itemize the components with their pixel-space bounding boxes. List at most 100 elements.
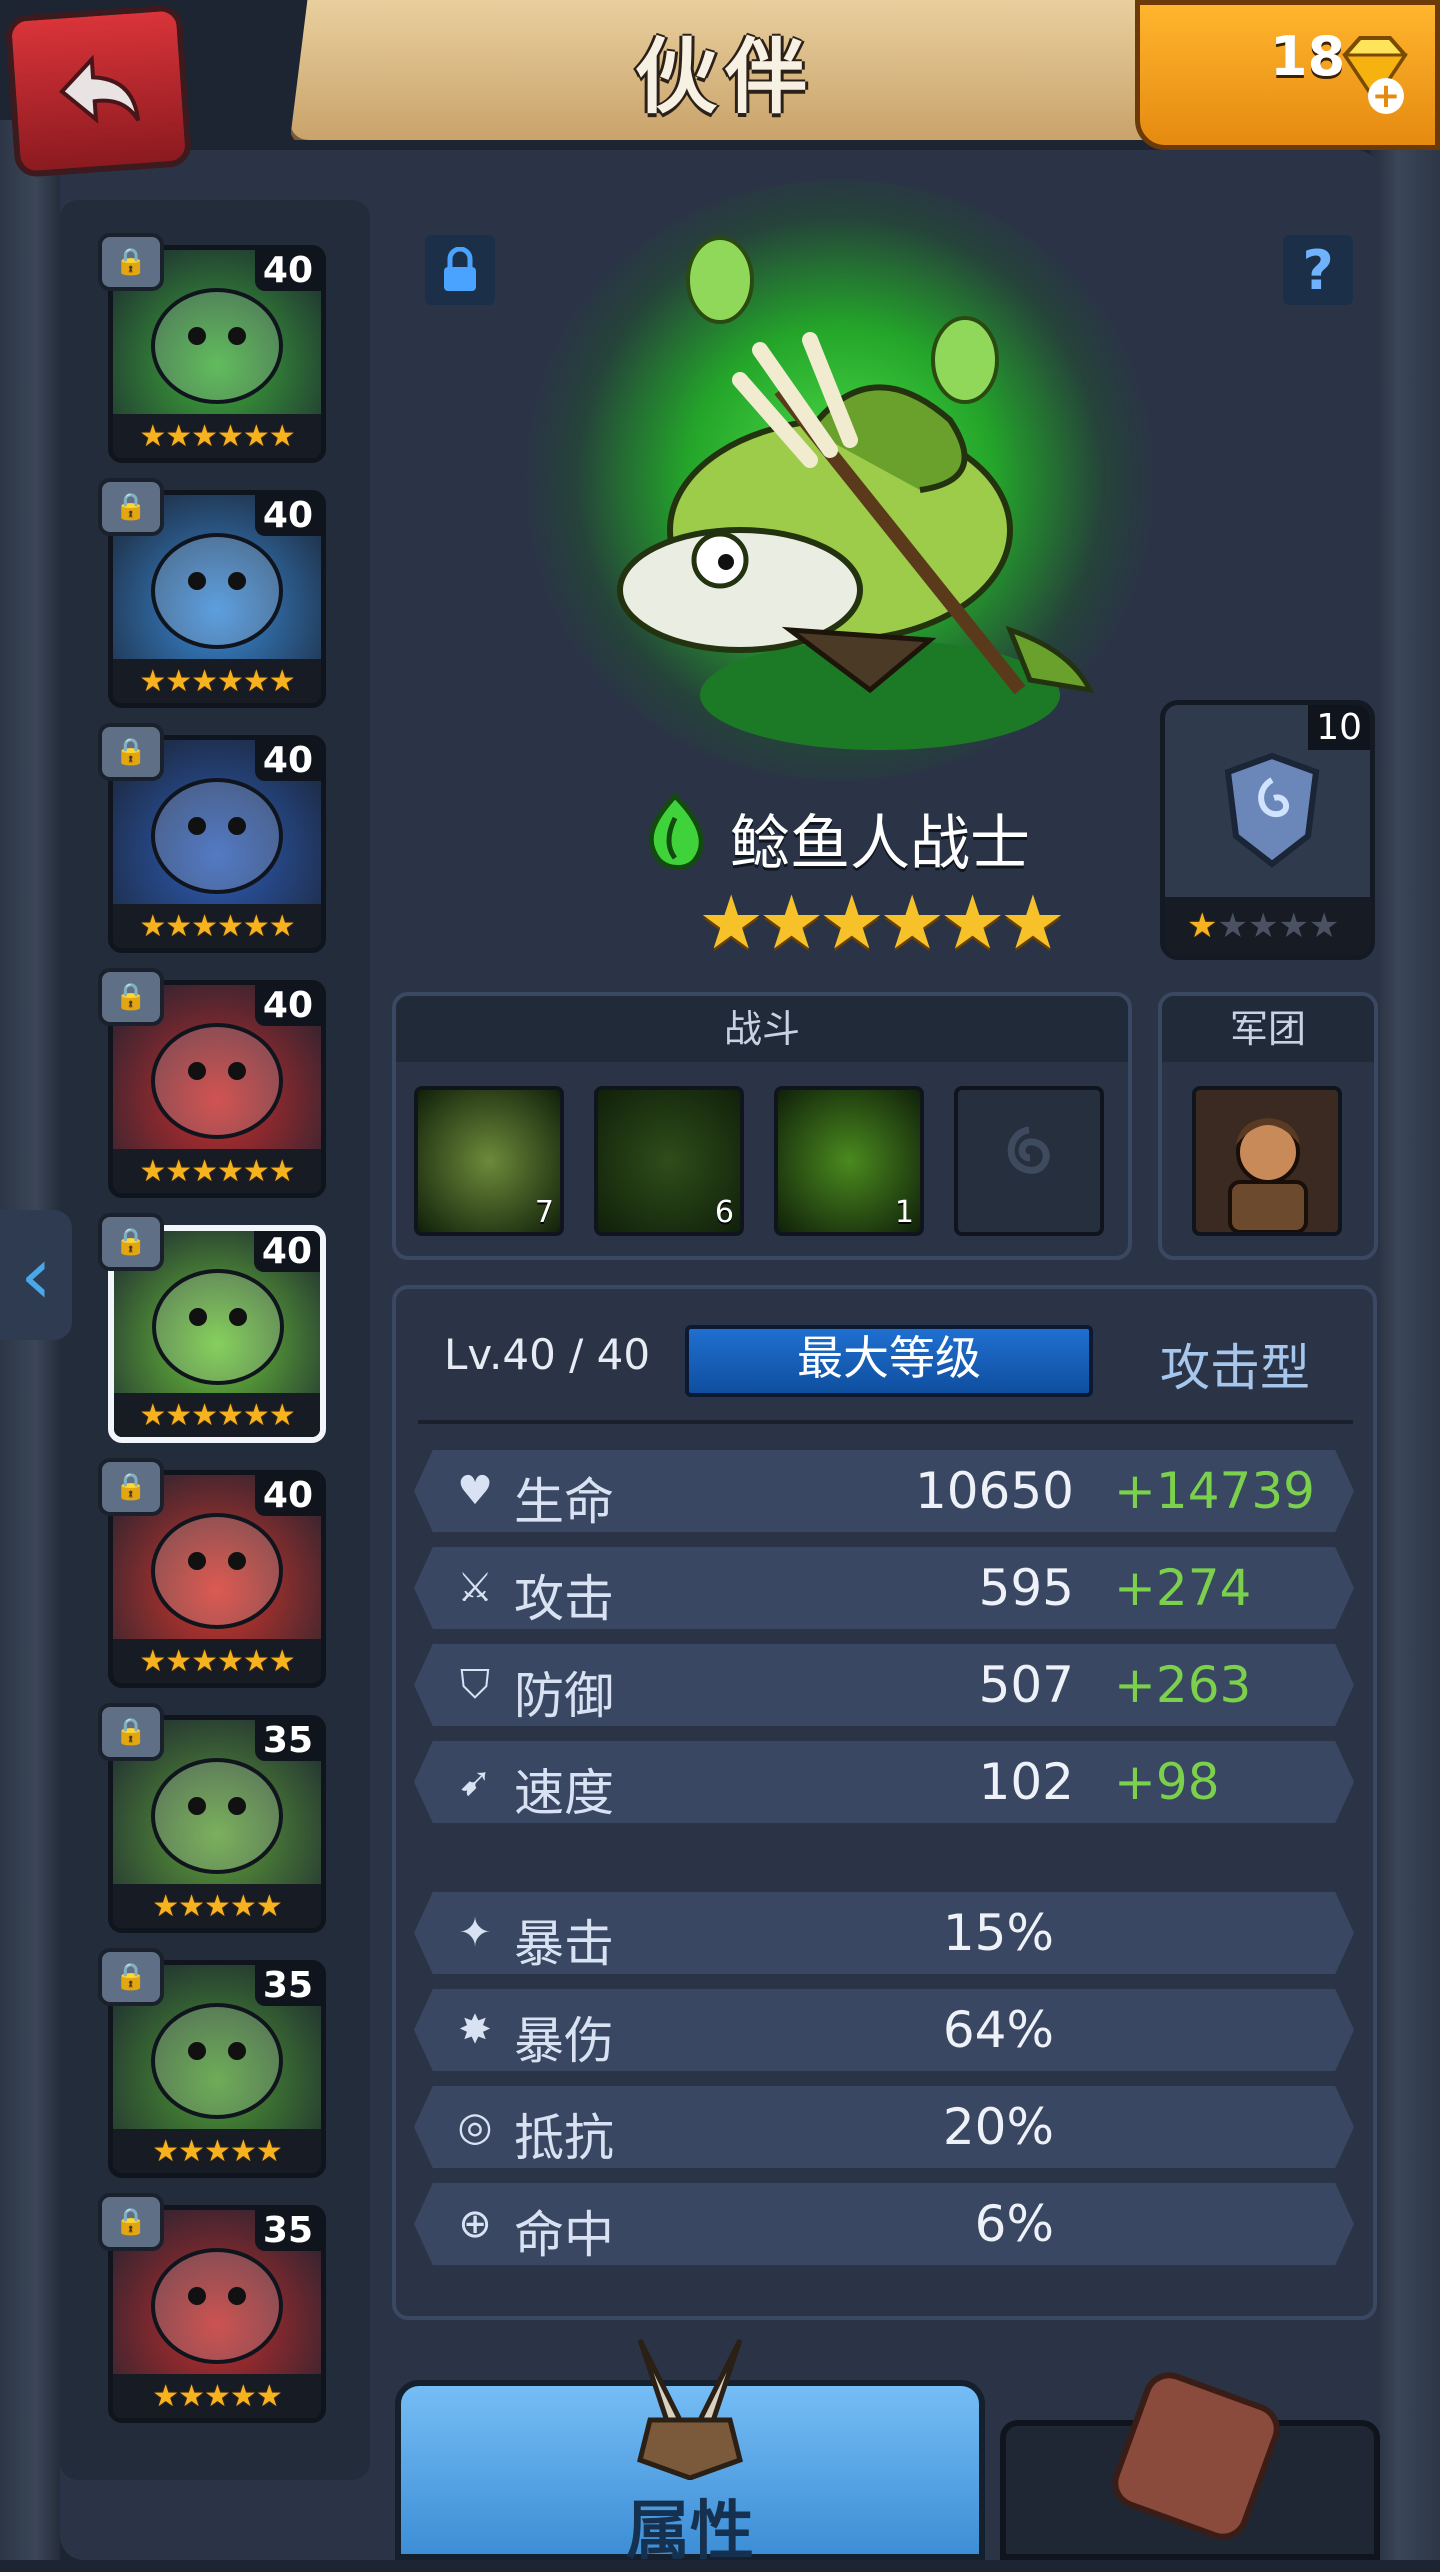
hero-card-stars: ★★★★★★ <box>113 904 321 948</box>
lock-icon[interactable]: 🔒 <box>98 2193 164 2251</box>
equipment-level: 10 <box>1308 705 1370 750</box>
hero-card-stars: ★★★★★★ <box>113 414 321 458</box>
previous-arrow-button[interactable]: ‹ <box>0 1210 72 1340</box>
nature-element-icon <box>648 792 704 870</box>
equipment-stars-filled: ★ <box>1187 906 1218 946</box>
stat-row: ◎ 抵抗 20% <box>414 2086 1354 2168</box>
hero-card-stars: ★★★★★ <box>113 1884 321 1928</box>
stat-value: 10650 <box>914 1462 1074 1520</box>
spiral-icon <box>1007 1126 1050 1174</box>
question-icon: ? <box>1302 238 1334 302</box>
skill-slot[interactable]: 7 <box>414 1086 564 1236</box>
page-title: 伙伴 <box>634 30 815 125</box>
stat-value: 507 <box>978 1656 1074 1714</box>
stat-bonus: +274 <box>1114 1559 1252 1617</box>
hero-card-stars: ★★★★★★ <box>113 659 321 703</box>
lock-icon <box>444 247 476 291</box>
lock-icon[interactable]: 🔒 <box>98 478 164 536</box>
legion-member-slot[interactable] <box>1192 1086 1342 1236</box>
stat-row: ⚔ 攻击 595 +274 <box>414 1547 1354 1629</box>
gem-count: 18 <box>1270 25 1346 88</box>
stat-value: 102 <box>978 1753 1074 1811</box>
sword-icon: ⚔ <box>457 1565 493 1611</box>
lock-icon[interactable]: 🔒 <box>98 1458 164 1516</box>
stat-value: 20% <box>942 2098 1054 2156</box>
lock-icon[interactable]: 🔒 <box>98 233 164 291</box>
boot-icon: ➹ <box>458 1759 492 1805</box>
legion-member-portrait <box>1228 1118 1308 1232</box>
shield-icon: ⛉ <box>460 1662 490 1708</box>
hero-name: 鲶鱼人战士 <box>730 809 1030 879</box>
hero-card-level: 40 <box>254 495 321 536</box>
crossed-swords-icon <box>637 2338 743 2480</box>
add-gem-icon[interactable]: + <box>1368 78 1404 114</box>
hero-card-level: 40 <box>254 985 321 1026</box>
hero-type: 攻击型 <box>1160 1339 1310 1397</box>
lock-icon[interactable]: 🔒 <box>98 968 164 1026</box>
crit-icon: ✦ <box>458 1910 492 1956</box>
stat-value: 6% <box>974 2195 1054 2253</box>
hero-card-stars: ★★★★★★ <box>113 1149 321 1193</box>
lock-icon[interactable]: 🔒 <box>98 723 164 781</box>
hero-star-rating: ★★★★★★ <box>698 880 1066 966</box>
combat-panel-title: 战斗 <box>396 996 1128 1062</box>
hero-card-stars: ★★★★★ <box>113 2374 321 2418</box>
max-level-button[interactable]: 最大等级 <box>685 1325 1093 1397</box>
chevron-left-icon: ‹ <box>20 1228 52 1322</box>
stat-row: ⊕ 命中 6% <box>414 2183 1354 2265</box>
frame-right <box>1370 120 1440 2560</box>
tab-attributes-label: 属性 <box>626 2495 754 2569</box>
resist-icon: ◎ <box>457 2104 493 2150</box>
stat-row: ⛉ 防御 507 +263 <box>414 1644 1354 1726</box>
stat-label: 速度 <box>514 1764 614 1822</box>
back-button[interactable] <box>4 4 193 178</box>
hero-card-stars: ★★★★★★ <box>113 1639 321 1683</box>
stat-bonus: +263 <box>1114 1656 1252 1714</box>
hero-level: Lv.40 / 40 <box>444 1330 651 1379</box>
skill-slot[interactable]: 1 <box>774 1086 924 1236</box>
equipment-stars: ★ ★★★★ <box>1165 897 1370 955</box>
stat-row: ✦ 暴击 15% <box>414 1892 1354 1974</box>
stat-label: 暴击 <box>514 1915 614 1973</box>
lock-icon[interactable]: 🔒 <box>98 1948 164 2006</box>
lock-icon[interactable]: 🔒 <box>98 1213 164 1271</box>
skill-level: 6 <box>714 1195 734 1230</box>
stat-value: 64% <box>942 2001 1054 2059</box>
hero-card-stars: ★★★★★★ <box>114 1393 320 1437</box>
catfish-warrior-portrait <box>617 236 1095 695</box>
stats-divider <box>418 1420 1353 1424</box>
stat-value: 15% <box>942 1904 1054 1962</box>
hero-card-level: 35 <box>254 1720 321 1761</box>
equipment-slot[interactable]: 10 ★ ★★★★ <box>1160 700 1375 960</box>
stat-bonus: +14739 <box>1114 1462 1315 1520</box>
target-icon: ⊕ <box>458 2201 492 2247</box>
hero-card-level: 40 <box>254 1475 321 1516</box>
hero-card-level: 40 <box>254 740 321 781</box>
stat-label: 防御 <box>514 1667 614 1725</box>
lock-icon[interactable]: 🔒 <box>98 1703 164 1761</box>
stat-label: 暴伤 <box>514 2012 614 2070</box>
hero-card-level: 40 <box>254 250 321 291</box>
skill-level: 7 <box>534 1195 554 1230</box>
back-arrow-icon <box>58 54 140 124</box>
stat-value: 595 <box>978 1559 1074 1617</box>
stat-label: 命中 <box>514 2206 614 2264</box>
stat-bonus: +98 <box>1114 1753 1220 1811</box>
hero-card-level: 40 <box>253 1231 320 1272</box>
rune-shield-icon <box>1224 752 1320 868</box>
frame-left <box>0 120 60 2560</box>
help-button[interactable]: ? <box>1283 235 1353 305</box>
combat-skills-panel: 战斗 7 6 1 <box>392 992 1132 1260</box>
empty-skill-slot[interactable] <box>954 1086 1104 1236</box>
legion-panel-title: 军团 <box>1162 996 1374 1062</box>
heart-icon: ♥ <box>457 1468 493 1514</box>
hero-card-stars: ★★★★★ <box>113 2129 321 2173</box>
crit-damage-icon: ✸ <box>458 2007 492 2053</box>
skill-slot[interactable]: 6 <box>594 1086 744 1236</box>
hero-card-level: 35 <box>254 1965 321 2006</box>
stat-row: ➹ 速度 102 +98 <box>414 1741 1354 1823</box>
lock-button[interactable] <box>425 235 495 305</box>
stat-label: 抵抗 <box>514 2109 614 2167</box>
stat-row: ♥ 生命 10650 +14739 <box>414 1450 1354 1532</box>
skill-level: 1 <box>894 1195 914 1230</box>
